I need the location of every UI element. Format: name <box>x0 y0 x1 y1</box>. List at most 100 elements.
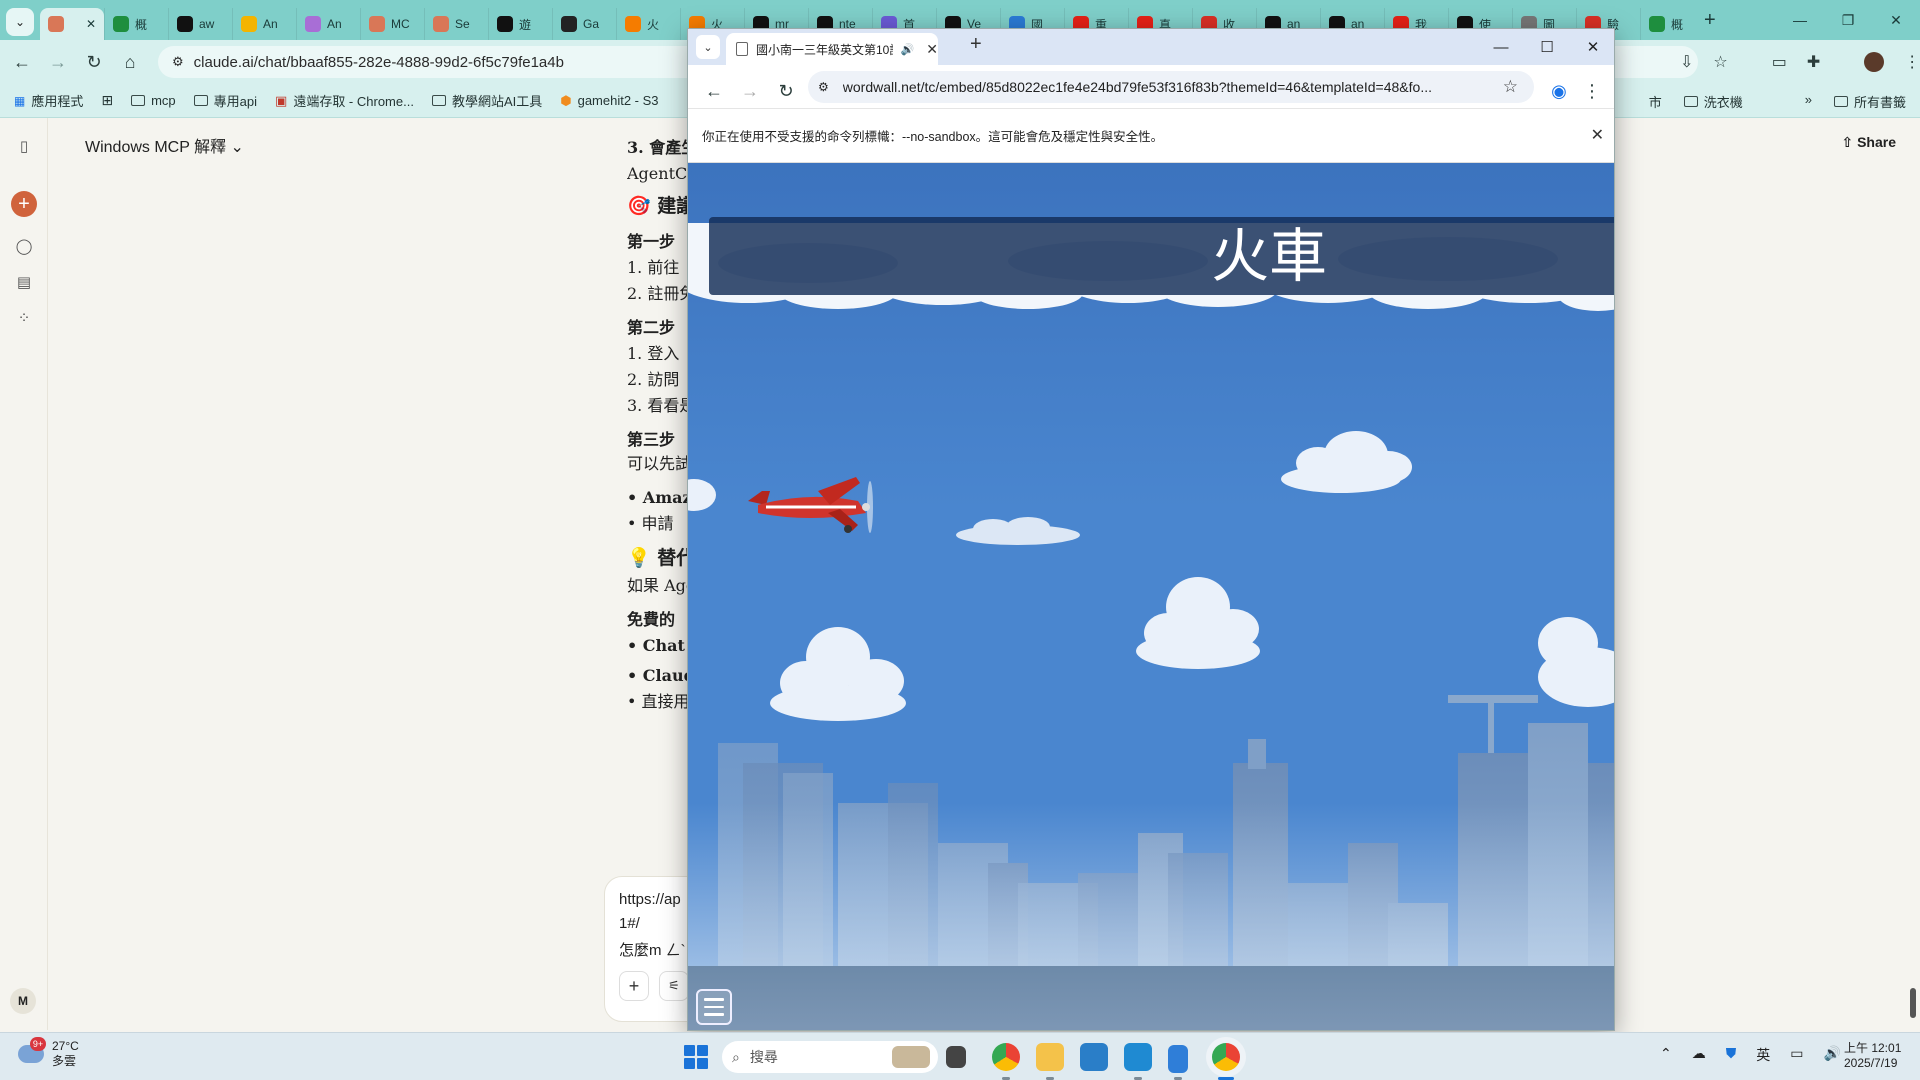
browser-tab[interactable]: 遊 <box>488 8 552 40</box>
document-icon <box>736 42 748 56</box>
share-button[interactable]: ⇧ Share <box>1841 134 1896 151</box>
tab-search-icon[interactable]: ⌄ <box>696 35 720 59</box>
close-window-button[interactable]: ✕ <box>1570 29 1614 65</box>
tab-search-icon[interactable]: ⌄ <box>6 8 34 36</box>
lower-cloud <box>770 627 906 721</box>
bookmark-api[interactable]: 專用api <box>193 91 257 110</box>
browser-tab[interactable]: Se <box>424 8 488 40</box>
audio-playing-icon[interactable]: 🔊 <box>901 43 915 56</box>
tab-label: 概 <box>135 17 148 32</box>
site-info-icon[interactable]: ⚙ <box>818 80 829 94</box>
bookmark-star-icon[interactable]: ☆ <box>1503 77 1518 97</box>
page-scrollbar[interactable] <box>1910 988 1916 1018</box>
browser-menu-icon[interactable]: ⋮ <box>1904 52 1920 72</box>
unsupported-flag-infobar: 你正在使用不受支援的命令列標幟：--no-sandbox。這可能會危及穩定性與安… <box>688 109 1614 163</box>
new-tab-button[interactable]: + <box>970 33 982 56</box>
browser-tab[interactable]: 概 <box>104 8 168 40</box>
new-tab-button[interactable]: + <box>1704 9 1716 32</box>
chats-icon[interactable]: ◯ <box>14 236 34 256</box>
tab-groups-icon[interactable]: ⊞ <box>101 92 113 109</box>
close-tab-icon[interactable]: ✕ <box>926 41 938 58</box>
maximize-button[interactable]: ☐ <box>1524 29 1570 65</box>
close-window-button[interactable]: ✕ <box>1872 0 1920 40</box>
browser-tab[interactable]: 火 <box>616 8 680 40</box>
browser-tab[interactable]: An <box>296 8 360 40</box>
browser-menu-icon[interactable]: ⋮ <box>1574 73 1610 109</box>
chrome-active-app-icon[interactable] <box>1212 1043 1240 1071</box>
message-line: 💡 替代 <box>627 547 687 569</box>
message-line: 3. 看看是 <box>627 396 687 415</box>
site-info-icon[interactable]: ⚙ <box>172 54 184 70</box>
message-line: 3. 會產生 <box>627 138 687 157</box>
defender-icon[interactable]: ⛊ <box>1726 1045 1737 1065</box>
notepad-app-icon[interactable] <box>1168 1045 1188 1073</box>
volume-icon[interactable]: 🔊 <box>1823 1045 1840 1065</box>
chat-title[interactable]: Windows MCP 解釋 ⌄ <box>85 133 244 157</box>
start-button[interactable] <box>684 1045 708 1069</box>
new-chat-button[interactable]: + <box>11 191 37 217</box>
all-bookmarks[interactable]: 所有書籤 <box>1833 92 1906 111</box>
user-avatar[interactable]: M <box>10 988 36 1014</box>
chevron-up-icon[interactable]: ⌃ <box>1660 1045 1672 1065</box>
message-line: 第一步 <box>627 232 676 251</box>
bookmark-mcp[interactable]: mcp <box>131 93 176 108</box>
weather-widget[interactable]: 9+ 27°C 多雲 <box>18 1037 79 1069</box>
game-menu-button[interactable] <box>696 989 732 1025</box>
bookmark-teaching-ai[interactable]: 教學網站AI工具 <box>431 91 542 110</box>
sidebar-toggle-icon[interactable]: ▯ <box>14 136 34 156</box>
browser-tab[interactable]: ✕ <box>40 8 104 40</box>
bookmarks-overflow-icon[interactable]: » <box>1805 92 1812 111</box>
message-line: 1. 前往 <box>627 258 680 277</box>
profile-icon[interactable]: ◉ <box>1541 73 1577 109</box>
back-button[interactable]: ← <box>4 44 40 80</box>
taskbar-search[interactable]: ⌕ 搜尋 <box>722 1041 938 1073</box>
profile-avatar[interactable] <box>1864 52 1885 72</box>
bookmark-market[interactable]: 市 <box>1649 92 1662 111</box>
browser-tab[interactable]: Ga <box>552 8 616 40</box>
bookmark-washing-machine[interactable]: 洗衣機 <box>1683 92 1743 111</box>
browser-tab[interactable]: aw <box>168 8 232 40</box>
bookmark-gamehit2[interactable]: ⬢ gamehit2 - S3 <box>560 93 658 109</box>
bookmark-star-icon[interactable]: ☆ <box>1713 52 1727 72</box>
vscode-app-icon[interactable] <box>1124 1043 1152 1071</box>
cast-icon[interactable]: ▭ <box>1772 52 1787 72</box>
remote-desktop-app-icon[interactable] <box>1080 1043 1108 1071</box>
back-button[interactable]: ← <box>696 73 732 109</box>
popup-address-bar[interactable]: ⚙ wordwall.net/tc/embed/85d8022ec1fe4e24… <box>808 71 1534 103</box>
ime-indicator[interactable]: 英 <box>1756 1045 1770 1065</box>
bookmark-remote-desktop[interactable]: ▣ 遠端存取 - Chrome... <box>275 91 414 110</box>
taskbar-clock[interactable]: 上午 12:01 2025/7/19 <box>1844 1041 1901 1071</box>
popup-active-tab[interactable]: 國小南一三年級英文第10課 🔊 ✕ <box>726 33 938 65</box>
browser-tab[interactable]: MC <box>360 8 424 40</box>
browser-tab[interactable]: 概 <box>1640 8 1704 40</box>
browser-tab[interactable]: An <box>232 8 296 40</box>
forward-button[interactable]: → <box>40 44 76 80</box>
extensions-icon[interactable]: ✚ <box>1807 52 1820 72</box>
reload-button[interactable]: ↻ <box>76 44 112 80</box>
minimize-button[interactable]: — <box>1478 29 1524 65</box>
onedrive-icon[interactable]: ☁ <box>1692 1045 1706 1065</box>
message-line: 2. 訪問 <box>627 370 680 389</box>
install-app-icon[interactable]: ⇩ <box>1680 52 1693 72</box>
wordwall-game-area[interactable]: 火車 <box>688 163 1614 1030</box>
infobar-close-icon[interactable]: ✕ <box>1591 125 1604 145</box>
popup-toolbar: ← → ↻ ⚙ wordwall.net/tc/embed/85d8022ec1… <box>688 65 1614 109</box>
tools-icon[interactable]: ⚟ <box>659 971 689 1001</box>
home-button[interactable]: ⌂ <box>112 44 148 80</box>
network-icon[interactable]: ▭ <box>1790 1045 1803 1065</box>
attach-plus-button[interactable]: + <box>619 971 649 1001</box>
artifacts-icon[interactable]: ⁘ <box>14 308 34 328</box>
message-line: • Chat <box>627 636 685 655</box>
terminal-app-icon[interactable] <box>946 1046 966 1068</box>
forward-button[interactable]: → <box>732 73 768 109</box>
minimize-button[interactable]: — <box>1776 0 1824 40</box>
wordwall-popup-window: ⌄ 國小南一三年級英文第10課 🔊 ✕ + — ☐ ✕ ← → ↻ ⚙ word… <box>687 28 1615 1031</box>
file-explorer-icon[interactable] <box>1036 1043 1064 1071</box>
projects-icon[interactable]: ▤ <box>14 272 34 292</box>
close-tab-icon[interactable]: ✕ <box>86 17 96 31</box>
reload-button[interactable]: ↻ <box>768 73 804 109</box>
chrome-app-icon[interactable] <box>992 1043 1020 1071</box>
message-line: 可以先試 <box>627 454 687 473</box>
apps-bookmark[interactable]: ▦ 應用程式 <box>14 91 83 110</box>
restore-button[interactable]: ❐ <box>1824 0 1872 40</box>
